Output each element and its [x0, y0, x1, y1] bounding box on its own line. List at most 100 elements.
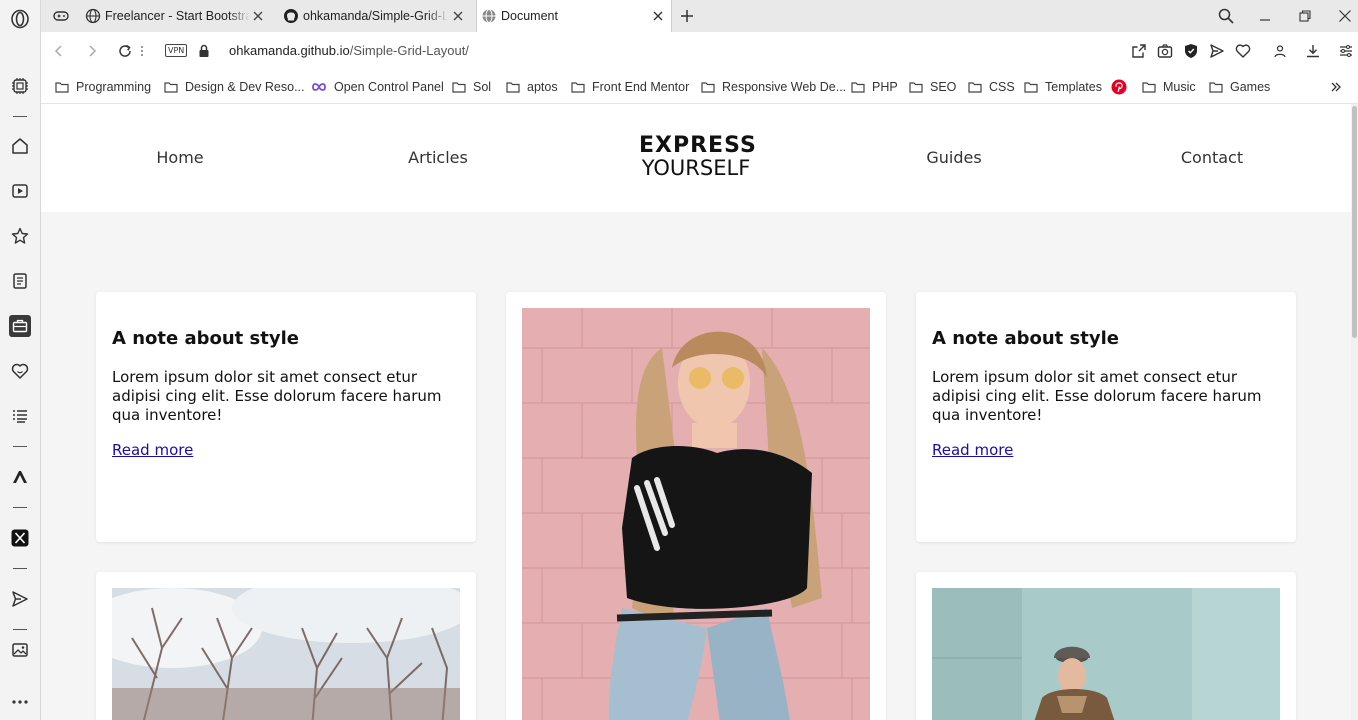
- minimize-icon: [1260, 19, 1270, 21]
- bookmark-seo[interactable]: SEO: [909, 77, 956, 97]
- read-more-link[interactable]: Read more: [112, 441, 193, 459]
- folder-icon: [968, 82, 982, 93]
- nav-home-link[interactable]: Home: [156, 148, 203, 167]
- tab-title: ohkamanda/Simple-Grid-Layout: [303, 9, 448, 23]
- bookmark-music[interactable]: Music: [1142, 77, 1196, 97]
- reload-button[interactable]: [116, 42, 134, 60]
- folder-icon: [851, 82, 865, 93]
- scrollbar-thumb[interactable]: [1352, 106, 1357, 338]
- bookmark-php[interactable]: PHP: [851, 77, 898, 97]
- bookmark-games[interactable]: Games: [1209, 77, 1270, 97]
- image-card: [96, 572, 476, 720]
- minimize-button[interactable]: [1255, 6, 1275, 26]
- vpn-badge[interactable]: VPN: [165, 44, 188, 57]
- bookmark-templates[interactable]: Templates: [1024, 77, 1102, 97]
- tab-title: Freelancer - Start Bootstrap: [105, 9, 250, 23]
- back-button[interactable]: [50, 42, 68, 60]
- folder-icon: [1024, 82, 1038, 93]
- bookmark-programming[interactable]: Programming: [55, 77, 151, 97]
- star-icon[interactable]: [9, 225, 31, 247]
- bookmark-pinterest[interactable]: [1111, 77, 1134, 97]
- tab-menu-button[interactable]: [49, 0, 77, 32]
- heart-icon[interactable]: [1234, 42, 1252, 60]
- camera-icon[interactable]: [1156, 42, 1174, 60]
- opera-logo-icon[interactable]: [9, 8, 31, 30]
- restore-button[interactable]: [1295, 6, 1315, 26]
- list-icon[interactable]: [9, 405, 31, 427]
- download-icon[interactable]: [1304, 42, 1322, 60]
- github-icon: [284, 9, 298, 23]
- back-arrow-icon: [54, 45, 62, 57]
- portrait-photo: [522, 308, 870, 720]
- send-icon[interactable]: [9, 588, 31, 610]
- read-more-link[interactable]: Read more: [932, 441, 1013, 459]
- bookmark-design-dev[interactable]: Design & Dev Reso...: [164, 77, 305, 97]
- nav-contact-link[interactable]: Contact: [1181, 148, 1243, 167]
- bookmark-sol[interactable]: Sol: [452, 77, 491, 97]
- page-scrollbar[interactable]: [1351, 104, 1358, 720]
- x-twitter-icon[interactable]: [9, 527, 31, 549]
- close-tab-icon[interactable]: [451, 9, 465, 23]
- notes-icon[interactable]: [9, 270, 31, 292]
- new-tab-button[interactable]: [677, 6, 697, 26]
- briefcase-icon[interactable]: [9, 315, 31, 337]
- account-icon[interactable]: [1271, 42, 1289, 60]
- nav-guides-link[interactable]: Guides: [926, 148, 981, 167]
- folder-icon: [1142, 82, 1156, 93]
- nav-articles-link[interactable]: Articles: [408, 148, 468, 167]
- folder-icon: [571, 82, 585, 93]
- bookmark-label: Design & Dev Reso...: [185, 80, 305, 94]
- double-chevron-right-icon: [1331, 82, 1341, 92]
- close-tab-icon[interactable]: [651, 9, 665, 23]
- folder-icon: [909, 82, 923, 93]
- card-title: A note about style: [112, 328, 299, 349]
- infinity-icon: [312, 83, 326, 91]
- player-icon[interactable]: [9, 180, 31, 202]
- bookmark-responsive-web[interactable]: Responsive Web De...: [701, 77, 846, 97]
- url-field[interactable]: ohkamanda.github.io/Simple-Grid-Layout/: [229, 43, 469, 58]
- send-icon[interactable]: [1208, 42, 1226, 60]
- trees-photo: [112, 588, 460, 720]
- pinterest-icon: [1111, 79, 1127, 95]
- gallery-icon[interactable]: [9, 639, 31, 661]
- forward-button[interactable]: [83, 42, 101, 60]
- shield-icon[interactable]: [1182, 42, 1200, 60]
- bookmark-label: CSS: [989, 80, 1015, 94]
- bookmark-aptos[interactable]: aptos: [506, 77, 558, 97]
- site-logo[interactable]: EXPRESS YOURSELF: [639, 134, 756, 180]
- close-window-button[interactable]: [1335, 6, 1355, 26]
- tab-document[interactable]: Document: [476, 0, 672, 32]
- card-body: Lorem ipsum dolor sit amet consect etur …: [932, 368, 1262, 424]
- home-icon[interactable]: [9, 135, 31, 157]
- lock-icon[interactable]: [195, 42, 213, 60]
- tab-github[interactable]: ohkamanda/Simple-Grid-Layout: [279, 0, 471, 32]
- card-body: Lorem ipsum dolor sit amet consect etur …: [112, 368, 442, 424]
- tab-freelancer[interactable]: Freelancer - Start Bootstrap: [81, 0, 271, 32]
- more-icon[interactable]: [9, 689, 31, 711]
- close-tab-icon[interactable]: [251, 9, 265, 23]
- bookmark-label: Open Control Panel: [334, 80, 444, 94]
- tab-title: Document: [501, 9, 558, 23]
- ai-chip-icon[interactable]: [9, 75, 31, 97]
- url-path: /Simple-Grid-Layout/: [349, 43, 469, 58]
- globe-icon: [85, 8, 101, 24]
- search-tabs-button[interactable]: [1216, 6, 1236, 26]
- aptos-icon[interactable]: [9, 466, 31, 488]
- bookmark-open-control-panel[interactable]: Open Control Panel: [311, 77, 444, 97]
- bookmark-label: aptos: [527, 80, 558, 94]
- image-card: [506, 292, 886, 720]
- bookmark-label: Programming: [76, 80, 152, 94]
- page-menu-icon[interactable]: [138, 42, 146, 60]
- bookmark-css[interactable]: CSS: [968, 77, 1015, 97]
- share-icon[interactable]: [1130, 42, 1148, 60]
- folder-icon: [55, 82, 69, 93]
- site-header: Home Articles EXPRESS YOURSELF Guides Co…: [41, 104, 1351, 212]
- bookmarks-overflow-button[interactable]: [1330, 77, 1349, 97]
- easy-setup-icon[interactable]: [1337, 42, 1355, 60]
- folder-icon: [1209, 82, 1223, 93]
- sidebar-divider: [13, 446, 27, 447]
- folder-icon: [452, 82, 466, 93]
- bookmark-front-end-mentor[interactable]: Front End Mentor: [571, 77, 689, 97]
- heart-smile-icon[interactable]: [9, 360, 31, 382]
- article-card: A note about style Lorem ipsum dolor sit…: [916, 292, 1296, 542]
